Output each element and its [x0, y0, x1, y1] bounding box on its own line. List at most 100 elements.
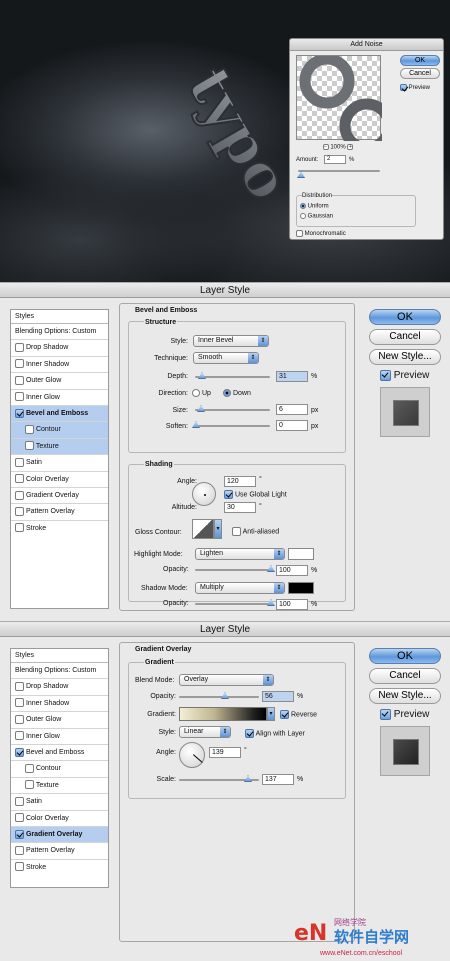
style-inner-shadow[interactable]: Inner Shadow — [11, 696, 108, 713]
amount-slider[interactable] — [298, 170, 380, 172]
angle-input[interactable]: 120 — [224, 476, 256, 487]
soften-slider[interactable] — [195, 425, 270, 427]
zoom-out-button[interactable]: − — [322, 144, 329, 150]
style-pattern-overlay[interactable]: Pattern Overlay — [11, 504, 108, 521]
style-satin[interactable]: Satin — [11, 794, 108, 811]
noise-preview-checkbox[interactable] — [400, 84, 407, 91]
shadow-opacity-input[interactable]: 100 — [276, 599, 308, 610]
depth-input[interactable]: 31 — [276, 371, 308, 382]
style-color-overlay[interactable]: Color Overlay — [11, 811, 108, 827]
noise-preview[interactable] — [296, 53, 395, 154]
bevel-emboss-checkbox[interactable] — [15, 747, 24, 757]
style-outer-glow[interactable]: Outer Glow — [11, 373, 108, 390]
highlight-opacity-slider[interactable] — [195, 569, 273, 571]
style-satin[interactable]: Satin — [11, 455, 108, 472]
technique-select[interactable]: Smooth ⇕ — [193, 352, 259, 364]
noise-ok-button[interactable]: OK — [400, 55, 440, 66]
inner-glow-checkbox[interactable] — [15, 731, 24, 741]
style-texture[interactable]: Texture — [11, 778, 108, 795]
style-gradient-overlay[interactable]: Gradient Overlay — [11, 826, 108, 844]
gaussian-radio[interactable] — [300, 213, 306, 219]
style-pattern-overlay[interactable]: Pattern Overlay — [11, 843, 108, 860]
angle-dial[interactable] — [179, 742, 205, 768]
stroke-checkbox[interactable] — [15, 523, 24, 533]
outer-glow-checkbox[interactable] — [15, 714, 24, 724]
amount-input[interactable]: 2 — [324, 155, 346, 164]
stroke-checkbox[interactable] — [15, 862, 24, 872]
scale-input[interactable]: 137 — [262, 774, 294, 785]
color-overlay-checkbox[interactable] — [15, 813, 24, 823]
highlight-color-swatch[interactable] — [288, 548, 314, 560]
style-color-overlay[interactable]: Color Overlay — [11, 472, 108, 488]
cancel-button[interactable]: Cancel — [369, 668, 441, 684]
align-with-layer-checkbox[interactable] — [245, 729, 254, 738]
size-input[interactable]: 6 — [276, 404, 308, 415]
anti-aliased-checkbox[interactable] — [232, 527, 241, 536]
style-texture[interactable]: Texture — [11, 438, 108, 456]
style-drop-shadow[interactable]: Drop Shadow — [11, 679, 108, 696]
style-bevel-emboss[interactable]: Bevel and Emboss — [11, 745, 108, 762]
drop-shadow-checkbox[interactable] — [15, 343, 24, 353]
preview-checkbox[interactable] — [380, 370, 391, 381]
shadow-color-swatch[interactable] — [288, 582, 314, 594]
style-inner-glow[interactable]: Inner Glow — [11, 729, 108, 745]
highlight-opacity-input[interactable]: 100 — [276, 565, 308, 576]
angle-input[interactable]: 139 — [209, 747, 241, 758]
gradient-overlay-checkbox[interactable] — [15, 829, 24, 839]
zoom-in-button[interactable]: + — [347, 144, 354, 150]
noise-cancel-button[interactable]: Cancel — [400, 68, 440, 79]
monochromatic-checkbox[interactable] — [296, 230, 303, 237]
style-stroke[interactable]: Stroke — [11, 860, 108, 876]
gradient-style-select[interactable]: Linear ⇕ — [179, 726, 231, 738]
amount-slider-thumb[interactable] — [297, 171, 305, 178]
ok-button[interactable]: OK — [369, 648, 441, 664]
size-slider[interactable] — [195, 409, 270, 411]
styles-header[interactable]: Styles — [11, 310, 108, 324]
style-drop-shadow[interactable]: Drop Shadow — [11, 340, 108, 357]
contour-checkbox[interactable] — [25, 425, 34, 434]
gradient-overlay-checkbox[interactable] — [15, 490, 24, 500]
shadow-mode-select[interactable]: Multiply ⇕ — [195, 582, 285, 594]
direction-down-radio[interactable] — [223, 389, 231, 397]
contour-checkbox[interactable] — [25, 764, 34, 773]
inner-shadow-checkbox[interactable] — [15, 698, 24, 708]
opacity-slider[interactable] — [179, 696, 259, 698]
uniform-radio[interactable] — [300, 203, 306, 209]
chevron-down-icon[interactable]: ▾ — [214, 519, 222, 539]
texture-checkbox[interactable] — [25, 441, 34, 451]
blend-mode-select[interactable]: Overlay ⇕ — [179, 674, 274, 686]
soften-input[interactable]: 0 — [276, 420, 308, 431]
new-style-button[interactable]: New Style... — [369, 349, 441, 365]
style-blending-options[interactable]: Blending Options: Custom — [11, 324, 108, 341]
direction-up-radio[interactable] — [192, 389, 200, 397]
altitude-input[interactable]: 30 — [224, 502, 256, 513]
highlight-mode-select[interactable]: Lighten ⇕ — [195, 548, 285, 560]
style-inner-glow[interactable]: Inner Glow — [11, 390, 108, 406]
drop-shadow-checkbox[interactable] — [15, 682, 24, 692]
ok-button[interactable]: OK — [369, 309, 441, 325]
style-contour[interactable]: Contour — [11, 422, 108, 439]
reverse-checkbox[interactable] — [280, 710, 289, 719]
style-stroke[interactable]: Stroke — [11, 521, 108, 537]
depth-slider[interactable] — [195, 376, 270, 378]
style-bevel-emboss[interactable]: Bevel and Emboss — [11, 405, 108, 423]
shadow-opacity-slider[interactable] — [195, 603, 273, 605]
satin-checkbox[interactable] — [15, 457, 24, 467]
new-style-button[interactable]: New Style... — [369, 688, 441, 704]
style-contour[interactable]: Contour — [11, 761, 108, 778]
color-overlay-checkbox[interactable] — [15, 474, 24, 484]
pattern-overlay-checkbox[interactable] — [15, 506, 24, 516]
opacity-input[interactable]: 56 — [262, 691, 294, 702]
gloss-contour-picker[interactable] — [192, 519, 214, 539]
preview-checkbox[interactable] — [380, 709, 391, 720]
angle-dial[interactable] — [192, 482, 216, 506]
pattern-overlay-checkbox[interactable] — [15, 845, 24, 855]
inner-glow-checkbox[interactable] — [15, 392, 24, 402]
bevel-emboss-checkbox[interactable] — [15, 408, 24, 418]
chevron-down-icon[interactable]: ▾ — [267, 707, 275, 721]
style-outer-glow[interactable]: Outer Glow — [11, 712, 108, 729]
style-blending-options[interactable]: Blending Options: Custom — [11, 663, 108, 680]
bevel-style-select[interactable]: Inner Bevel ⇕ — [193, 335, 269, 347]
inner-shadow-checkbox[interactable] — [15, 359, 24, 369]
styles-header[interactable]: Styles — [11, 649, 108, 663]
